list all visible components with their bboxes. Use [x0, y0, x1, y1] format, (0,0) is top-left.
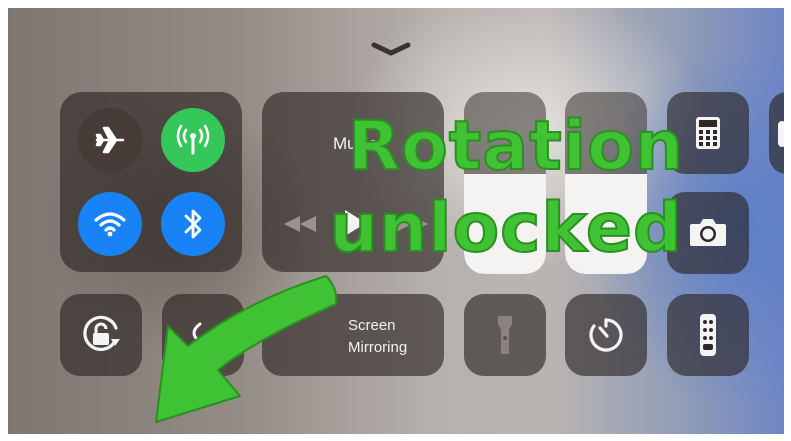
- control-center-screenshot: Music Screen Mirroring Rotation unlocked: [8, 8, 784, 434]
- headline-overlay: Rotation unlocked: [306, 106, 726, 270]
- headline-line2: unlocked: [328, 188, 683, 269]
- headline-line1: Rotation: [347, 106, 685, 187]
